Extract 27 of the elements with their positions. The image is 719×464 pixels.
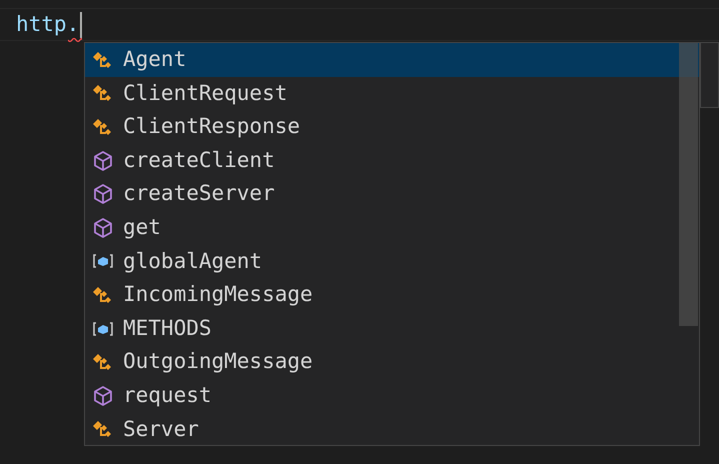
cube-icon <box>92 384 114 407</box>
cube-icon <box>92 150 114 172</box>
suggestion-item[interactable]: createServer <box>85 177 699 211</box>
class-icon <box>92 83 114 104</box>
suggestion-item[interactable]: Server <box>85 412 699 445</box>
suggestion-item[interactable]: OutgoingMessage <box>85 345 699 379</box>
variable-icon <box>92 320 114 337</box>
suggestion-item[interactable]: get <box>85 210 699 245</box>
suggestion-item[interactable]: globalAgent <box>85 244 699 278</box>
suggestion-item[interactable]: Agent <box>85 43 699 77</box>
class-icon <box>92 50 114 70</box>
class-icon <box>92 352 114 372</box>
suggestion-item[interactable]: METHODS <box>85 312 699 346</box>
text-cursor <box>80 12 82 38</box>
scrollbar-thumb[interactable] <box>679 43 698 326</box>
code-text: http. <box>16 14 80 35</box>
suggestion-item[interactable]: ClientResponse <box>85 110 699 144</box>
cube-icon <box>92 183 114 206</box>
class-icon <box>92 419 114 440</box>
suggestion-item[interactable]: IncomingMessage <box>85 278 699 312</box>
variable-icon <box>92 253 114 270</box>
suggestion-item[interactable]: request <box>85 378 699 413</box>
class-icon <box>92 284 114 305</box>
cube-icon <box>92 216 114 239</box>
class-icon <box>92 116 114 137</box>
suggestion-item[interactable]: ClientRequest <box>85 76 699 110</box>
suggestion-item[interactable]: createClient <box>85 144 699 178</box>
